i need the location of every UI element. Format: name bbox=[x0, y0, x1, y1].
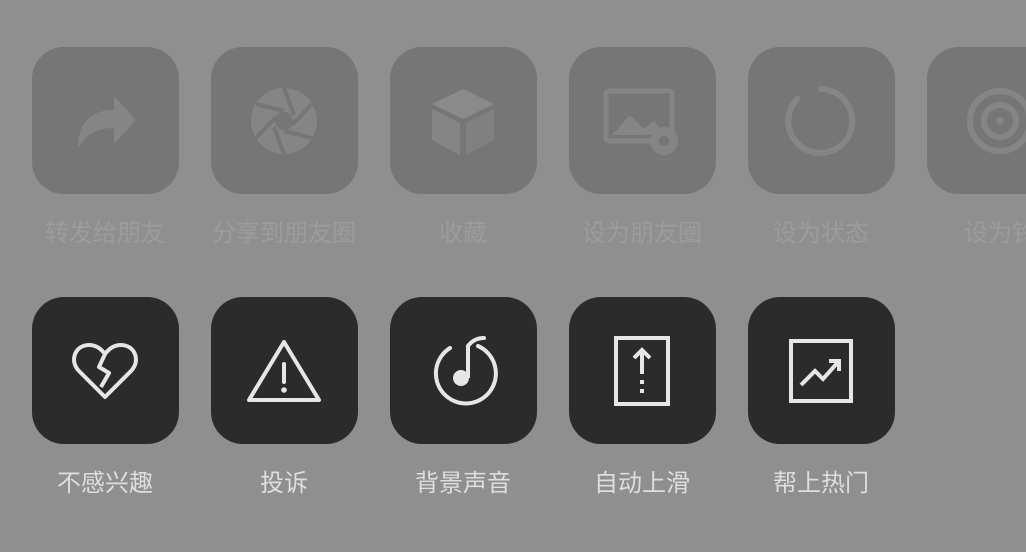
action-auto-scroll[interactable]: 自动上滑 bbox=[552, 297, 732, 498]
action-sheet: 转发给朋友 分享到朋友圈 收藏 设为朋友圈 设为状态 设为铃 不感兴趣 投诉 背… bbox=[0, 0, 1026, 552]
share-item-label: 设为状态 bbox=[773, 219, 869, 247]
auto-scroll-button[interactable] bbox=[568, 297, 716, 444]
share-item-set-moments-cover[interactable]: 设为朋友圈 bbox=[552, 47, 732, 248]
status-tile[interactable] bbox=[747, 47, 895, 194]
share-item-label: 设为朋友圈 bbox=[582, 219, 702, 247]
forward-tile[interactable] bbox=[31, 47, 179, 194]
action-label: 自动上滑 bbox=[594, 469, 690, 497]
boost-trending-button[interactable] bbox=[747, 297, 895, 444]
auto-scroll-up-icon bbox=[612, 334, 672, 408]
share-item-label: 收藏 bbox=[439, 219, 487, 247]
action-boost-trending[interactable]: 帮上热门 bbox=[731, 297, 911, 498]
moments-tile[interactable] bbox=[210, 47, 358, 194]
moments-cover-image-icon bbox=[602, 85, 682, 157]
share-item-favorite[interactable]: 收藏 bbox=[373, 47, 553, 248]
broken-heart-icon bbox=[71, 341, 139, 401]
action-label: 背景声音 bbox=[415, 469, 511, 497]
action-report[interactable]: 投诉 bbox=[194, 297, 374, 498]
status-ring-icon bbox=[783, 83, 859, 159]
share-item-label: 分享到朋友圈 bbox=[212, 219, 356, 247]
forward-arrow-icon bbox=[70, 86, 140, 156]
trending-up-icon bbox=[787, 337, 855, 405]
warning-triangle-icon bbox=[246, 338, 322, 404]
not-interested-button[interactable] bbox=[31, 297, 179, 444]
favorite-cube-icon bbox=[428, 85, 498, 157]
share-item-label: 转发给朋友 bbox=[45, 219, 165, 247]
moments-cover-tile[interactable] bbox=[568, 47, 716, 194]
action-label: 帮上热门 bbox=[773, 469, 869, 497]
share-item-label: 设为铃 bbox=[964, 219, 1026, 247]
share-item-set-status[interactable]: 设为状态 bbox=[731, 47, 911, 248]
ringtone-icon bbox=[962, 83, 1026, 159]
report-button[interactable] bbox=[210, 297, 358, 444]
background-sound-button[interactable] bbox=[389, 297, 537, 444]
share-item-set-ringtone[interactable]: 设为铃 bbox=[910, 47, 1026, 248]
share-item-forward[interactable]: 转发给朋友 bbox=[15, 47, 195, 248]
favorite-tile[interactable] bbox=[389, 47, 537, 194]
action-not-interested[interactable]: 不感兴趣 bbox=[15, 297, 195, 498]
music-note-circle-icon bbox=[428, 334, 498, 408]
action-background-sound[interactable]: 背景声音 bbox=[373, 297, 553, 498]
moments-aperture-icon bbox=[248, 85, 320, 157]
action-label: 投诉 bbox=[260, 469, 308, 497]
share-item-moments[interactable]: 分享到朋友圈 bbox=[194, 47, 374, 248]
ringtone-tile[interactable] bbox=[926, 47, 1026, 194]
action-label: 不感兴趣 bbox=[57, 469, 153, 497]
